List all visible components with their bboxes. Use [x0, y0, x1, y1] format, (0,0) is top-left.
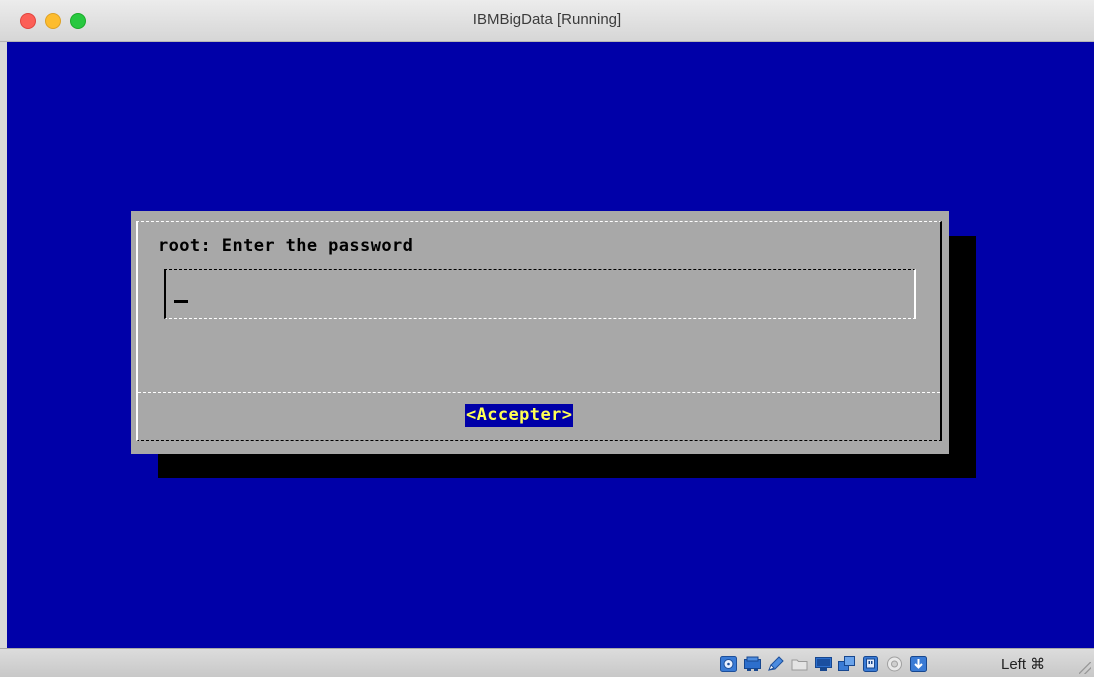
mouse-integration-icon[interactable] — [910, 656, 927, 672]
audio-icon[interactable] — [767, 656, 784, 672]
resize-grip[interactable] — [1079, 662, 1091, 674]
recording-icon[interactable] — [886, 656, 903, 672]
optical-drive-icon[interactable] — [744, 656, 761, 672]
window-titlebar[interactable]: IBMBigData [Running] — [0, 0, 1094, 42]
button-separator — [138, 392, 940, 393]
text-cursor — [174, 300, 188, 303]
vm-status-bar: Left ⌘ — [0, 648, 1094, 677]
usb-icon[interactable] — [862, 656, 879, 672]
host-key-label: Left ⌘ — [1001, 656, 1046, 673]
window-left-edge — [0, 42, 7, 648]
accept-button[interactable]: <Accepter> — [465, 404, 574, 427]
window-title: IBMBigData [Running] — [472, 11, 622, 28]
password-prompt-label: root: Enter the password — [158, 236, 414, 256]
display-icon[interactable] — [815, 656, 832, 672]
hard-disk-icon[interactable] — [720, 656, 737, 672]
vm-console-screen[interactable]: root: Enter the password <Accepter> — [7, 42, 1094, 648]
password-input[interactable] — [164, 269, 916, 319]
network-icon[interactable] — [838, 656, 855, 672]
shared-folder-icon[interactable] — [791, 656, 808, 672]
password-dialog: root: Enter the password <Accepter> — [131, 211, 949, 454]
